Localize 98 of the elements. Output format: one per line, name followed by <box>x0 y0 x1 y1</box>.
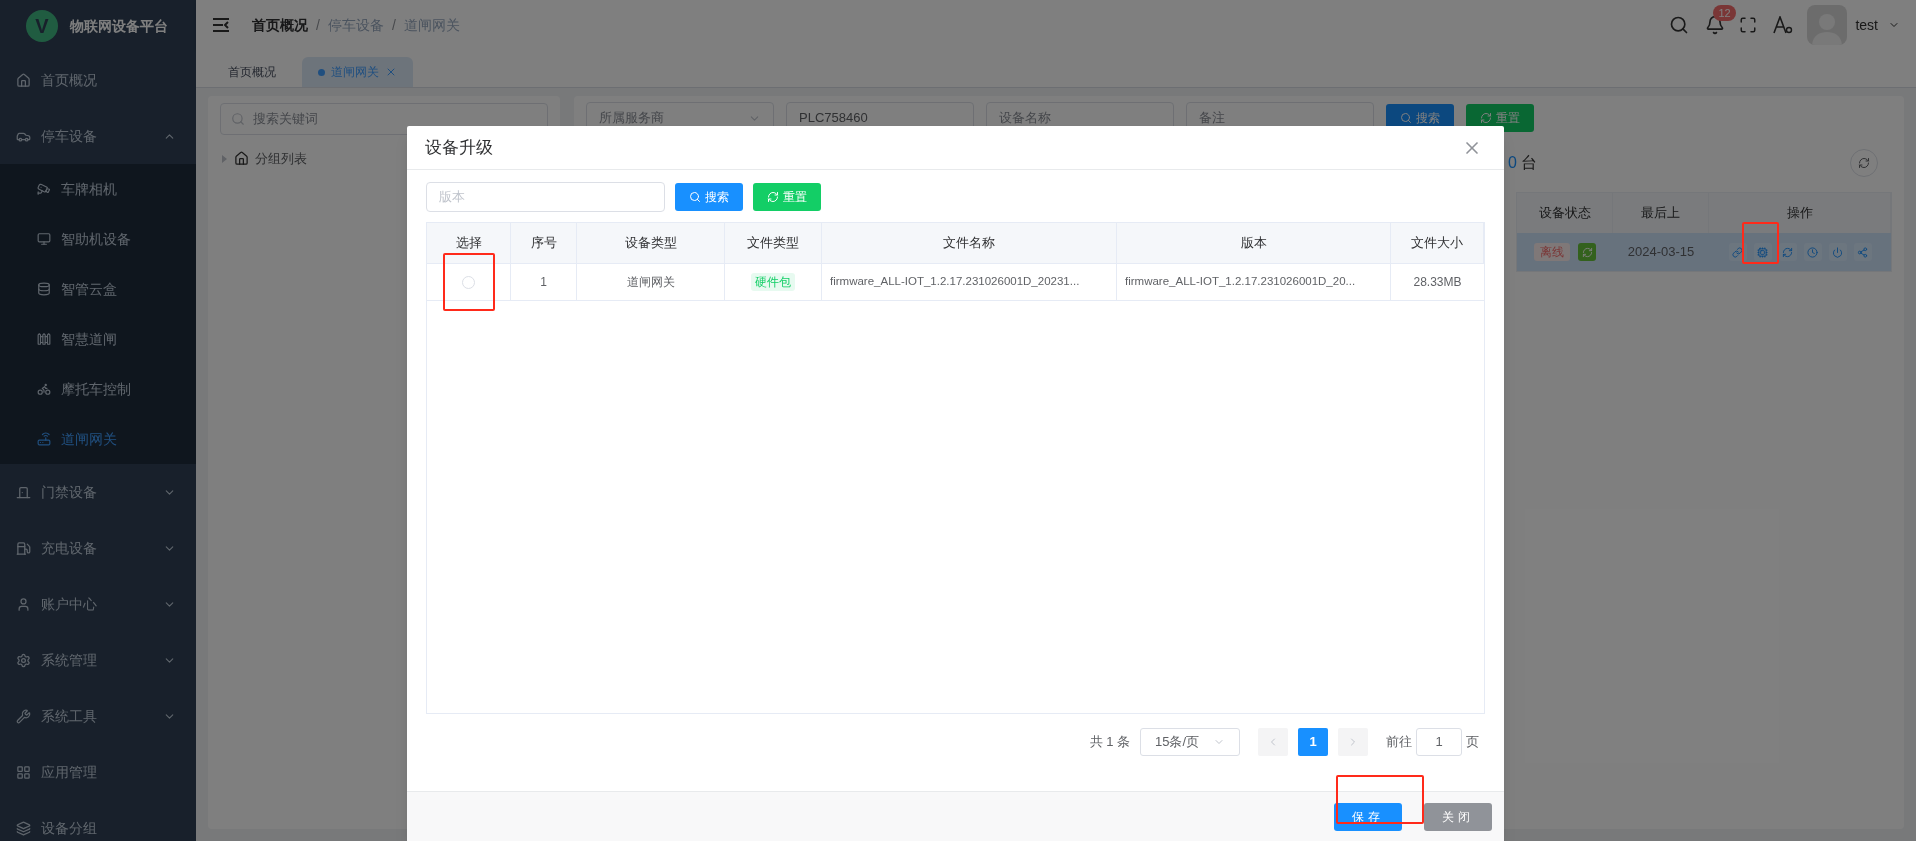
column-header: 文件大小 <box>1391 223 1484 263</box>
camera-icon <box>37 182 51 196</box>
search-icon <box>1400 112 1412 124</box>
table-cell-text: 28.33MB <box>1412 274 1463 291</box>
highlight-frame <box>443 253 495 311</box>
refresh-icon <box>1858 157 1870 169</box>
bell-icon[interactable] <box>1705 15 1726 35</box>
close-button[interactable]: 关闭 <box>1424 802 1492 831</box>
reset-button[interactable]: 重置 <box>753 183 821 211</box>
home-icon <box>16 72 31 88</box>
table-cell: 1 <box>511 264 577 300</box>
menu-item[interactable]: 首页概况 <box>0 52 196 108</box>
page-size-select[interactable]: 15条/页 <box>1140 728 1240 756</box>
refresh-icon <box>1782 246 1793 258</box>
device-count: 0 台 <box>1508 153 1538 173</box>
close-icon[interactable] <box>385 66 397 78</box>
page-tab[interactable]: 道闸网关 <box>302 57 413 87</box>
column-header: 设备类型 <box>577 223 725 263</box>
submenu-item[interactable]: 道闸网关 <box>0 414 196 464</box>
file-type-tag: 硬件包 <box>751 273 795 291</box>
menu-item[interactable]: 充电设备 <box>0 520 196 576</box>
menu-item[interactable]: 门禁设备 <box>0 464 196 520</box>
page-button[interactable]: 1 <box>1298 728 1328 756</box>
bike-icon <box>37 382 51 396</box>
barrier-icon <box>37 332 51 346</box>
submenu-item[interactable]: 摩托车控制 <box>0 364 196 414</box>
database-icon <box>37 282 51 296</box>
table-cell: 道闸网关 <box>577 264 725 300</box>
search-icon <box>231 112 245 126</box>
next-page-button[interactable] <box>1338 728 1368 756</box>
refresh-icon <box>1480 112 1492 124</box>
submenu-item[interactable]: 智助机设备 <box>0 214 196 264</box>
chip-button[interactable] <box>1753 243 1772 261</box>
dialog-title: 设备升级 <box>425 136 494 159</box>
table-row[interactable]: 离线 2024-03-15 <box>1517 233 1891 271</box>
notification-badge: 12 <box>1713 5 1736 21</box>
user-name[interactable]: test <box>1855 14 1878 36</box>
menu-fold-icon[interactable] <box>212 17 230 33</box>
total-count: 共 1 条 <box>1089 733 1130 752</box>
caret-right-icon[interactable] <box>220 154 228 163</box>
layers-icon <box>16 820 31 836</box>
radio-button[interactable] <box>462 275 475 289</box>
column-header: 文件名称 <box>822 223 1117 263</box>
column-header: 版本 <box>1117 223 1391 263</box>
share-button[interactable] <box>1853 243 1872 261</box>
version-field[interactable]: 版本 <box>426 182 665 212</box>
search-icon[interactable] <box>1669 15 1690 35</box>
table-cell: firmware_ALL-IOT_1.2.17.231026001D_20231... <box>822 264 1117 300</box>
power-icon <box>1832 246 1843 258</box>
submenu-item[interactable]: 智慧道闸 <box>0 314 196 364</box>
breadcrumb-separator: / <box>316 15 320 35</box>
page-tab[interactable]: 首页概况 <box>212 57 292 87</box>
wrench-icon <box>16 708 31 724</box>
chip-icon <box>1757 246 1768 258</box>
user-icon <box>16 596 31 612</box>
menu-item[interactable]: 应用管理 <box>0 744 196 800</box>
previous-page-button[interactable] <box>1258 728 1288 756</box>
menu-item[interactable]: 系统工具 <box>0 688 196 744</box>
power-button[interactable] <box>1828 243 1847 261</box>
app-title: 物联网设备平台 <box>70 16 168 36</box>
menu-item[interactable]: 账户中心 <box>0 576 196 632</box>
submenu-item[interactable]: 智管云盒 <box>0 264 196 314</box>
page-unit-label: 页 <box>1466 733 1479 752</box>
highlight-frame <box>1742 222 1779 264</box>
fullscreen-icon[interactable] <box>1739 16 1758 34</box>
sync-button[interactable] <box>1578 243 1596 261</box>
search-button[interactable]: 搜索 <box>675 183 743 211</box>
menu-item[interactable]: 设备分组 <box>0 800 196 841</box>
logo: V <box>26 10 58 42</box>
table-cell: firmware_ALL-IOT_1.2.17.231026001D_20... <box>1117 264 1391 300</box>
page-number-field[interactable]: 1 <box>1416 728 1462 756</box>
column-header: 选择 <box>427 223 511 263</box>
link-icon <box>1732 246 1743 258</box>
menu-item[interactable]: 停车设备 <box>0 108 196 164</box>
share-icon <box>1857 246 1868 258</box>
menu-item[interactable]: 系统管理 <box>0 632 196 688</box>
refresh-icon <box>767 191 779 203</box>
font-size-icon[interactable] <box>1773 16 1794 34</box>
status-tag: 离线 <box>1534 243 1570 261</box>
breadcrumb-separator: / <box>391 15 396 35</box>
refresh-icon <box>1581 246 1593 258</box>
table-cell-text: 2024-03-15 <box>1626 243 1696 262</box>
breadcrumb-item[interactable]: 首页概况 <box>252 14 308 36</box>
home-icon <box>234 151 249 167</box>
door-icon <box>16 484 31 500</box>
fuel-pump-icon <box>16 540 31 556</box>
settings-icon <box>16 652 31 668</box>
clock-icon <box>1807 246 1818 258</box>
monitor-icon <box>37 232 51 246</box>
column-header: 文件类型 <box>725 223 822 263</box>
goto-label: 前往 <box>1386 733 1412 752</box>
save-button[interactable]: 保存 <box>1334 802 1402 831</box>
router-icon <box>37 432 51 446</box>
clock-button[interactable] <box>1803 243 1822 261</box>
submenu-item[interactable]: 车牌相机 <box>0 164 196 214</box>
column-header: 序号 <box>511 223 577 263</box>
grid-icon <box>16 764 31 780</box>
search-icon <box>689 191 701 203</box>
